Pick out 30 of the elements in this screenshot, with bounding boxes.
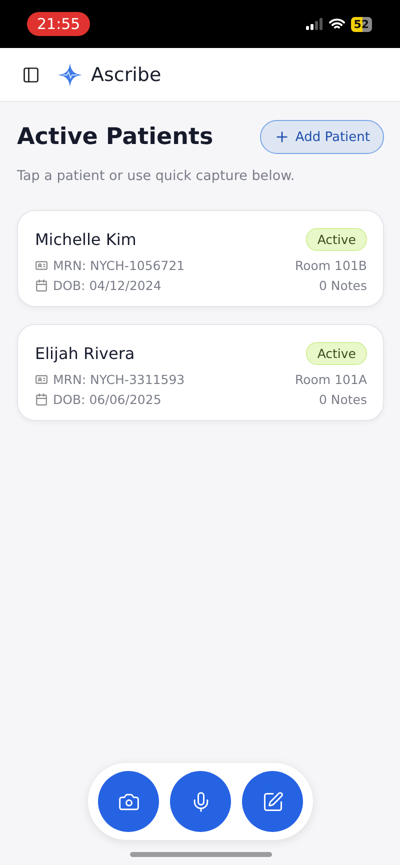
camera-button[interactable] [98,771,159,832]
calendar-icon [35,279,48,292]
page-subtitle: Tap a patient or use quick capture below. [17,168,296,184]
id-card-icon [35,259,48,272]
sidebar-icon[interactable] [22,66,40,84]
calendar-icon [35,393,48,406]
note-button[interactable] [242,771,303,832]
patient-card[interactable]: Michelle Kim Active MRN: NYCH-1056721 Room 101B DOB: 04/12/2024 0 Notes [17,210,384,307]
patient-notes-count: 0 Notes [318,392,367,407]
pencil-icon [262,790,284,812]
patient-mrn: MRN: NYCH-3311593 [53,372,185,387]
patient-room: Room 101A [295,372,367,387]
patient-card[interactable]: Elijah Rivera Active MRN: NYCH-3311593 Room 101A DOB: 06/06/2025 0 Notes [17,324,384,421]
patient-dob: DOB: 06/06/2025 [53,392,162,407]
app-name: Ascribe [91,64,162,86]
patient-dob: DOB: 04/12/2024 [53,278,162,293]
patient-mrn: MRN: NYCH-1056721 [53,258,185,273]
patient-room: Room 101B [294,258,367,273]
patient-name: Elijah Rivera [35,344,135,363]
page-title: Active Patients [17,124,214,150]
star-logo-icon [58,62,82,86]
patient-notes-count: 0 Notes [318,278,367,293]
status-badge: Active [306,342,367,365]
patient-name: Michelle Kim [35,230,136,249]
status-time: 21:55 [27,12,90,36]
signal-icon [306,18,323,30]
add-patient-button[interactable]: Add Patient [260,120,384,154]
id-card-icon [35,373,48,386]
wifi-icon [328,18,345,30]
status-badge: Active [306,228,367,251]
